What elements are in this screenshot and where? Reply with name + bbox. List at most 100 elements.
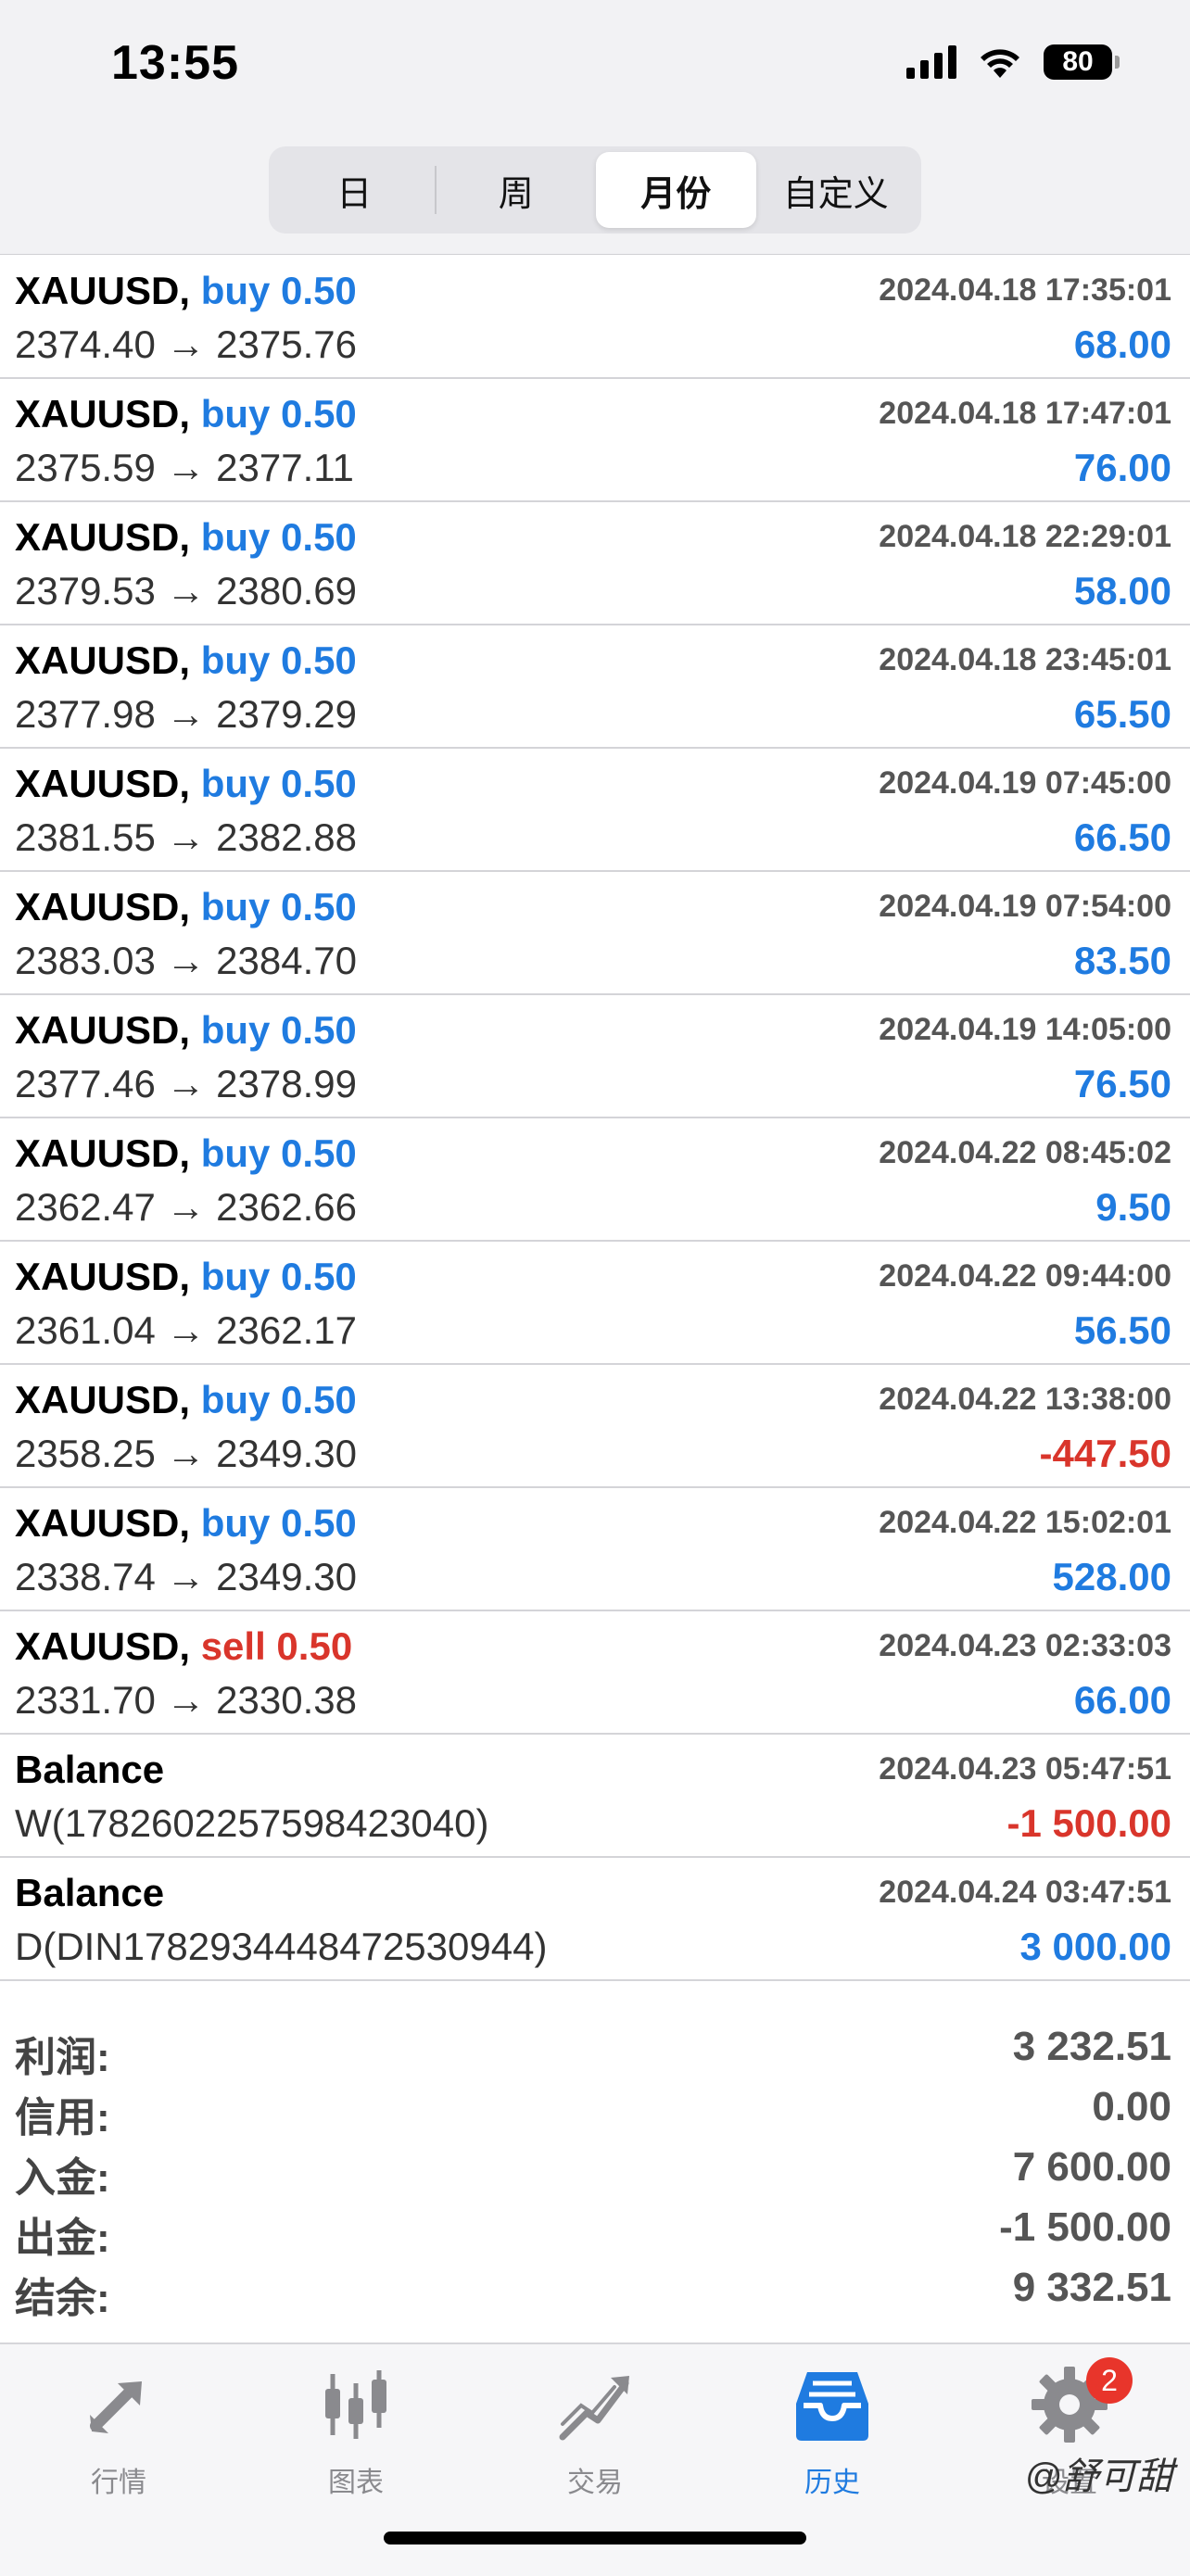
- balance-row[interactable]: Balance D(DIN1782934448472530944) 2024.04.…: [0, 1858, 1190, 1981]
- summary-value: 9 332.51: [1012, 2265, 1171, 2310]
- tab-quotes[interactable]: 行情: [35, 2363, 202, 2500]
- trade-symbol: XAUUSD, buy 0.50: [15, 1255, 357, 1299]
- segment-week[interactable]: 周: [437, 152, 597, 228]
- summary-row: 出金: -1 500.00: [0, 2197, 1190, 2261]
- trade-symbol: XAUUSD, buy 0.50: [15, 1378, 357, 1422]
- trade-profit: 3 000.00: [1019, 1925, 1172, 1968]
- trade-profit: 68.00: [1073, 322, 1171, 366]
- trade-time: 2024.04.18 17:47:01: [879, 396, 1171, 431]
- wifi-icon: [981, 49, 1019, 78]
- tab-history[interactable]: 历史: [749, 2363, 916, 2500]
- trade-time: 2024.04.22 13:38:00: [879, 1382, 1171, 1417]
- trade-profit: 58.00: [1073, 569, 1171, 612]
- trade-prices: 2362.47 → 2362.66: [15, 1185, 357, 1229]
- trade-row[interactable]: XAUUSD, buy 0.50 2381.55 → 2382.88 2024.04…: [0, 749, 1190, 872]
- trade-symbol: XAUUSD, buy 0.50: [15, 1008, 357, 1053]
- balance-comment: W(1782602257598423040): [15, 1801, 489, 1845]
- trade-side: buy 0.50: [200, 392, 357, 436]
- battery-icon: 80: [1044, 44, 1120, 80]
- trade-profit: 76.00: [1073, 446, 1171, 489]
- quotes-icon: [90, 2381, 142, 2433]
- summary-value: 7 600.00: [1012, 2144, 1171, 2190]
- symbol-text: XAUUSD,: [15, 1501, 191, 1545]
- summary-label: 入金:: [15, 2155, 110, 2201]
- trade-time: 2024.04.22 09:44:00: [879, 1258, 1171, 1294]
- tab-chart[interactable]: 图表: [272, 2363, 439, 2500]
- symbol-text: XAUUSD,: [15, 1008, 191, 1052]
- trade-side: buy 0.50: [200, 1501, 357, 1545]
- symbol-text: XAUUSD,: [15, 1131, 191, 1175]
- summary-row: 利润: 3 232.51: [0, 2016, 1190, 2080]
- symbol-text: Balance: [15, 1871, 165, 1914]
- trade-time: 2024.04.22 08:45:02: [879, 1135, 1171, 1170]
- trade-profit: -1 500.00: [1006, 1801, 1171, 1845]
- trade-prices: 2381.55 → 2382.88: [15, 815, 357, 859]
- trade-row[interactable]: XAUUSD, buy 0.50 2361.04 → 2362.17 2024.04…: [0, 1242, 1190, 1365]
- symbol-text: XAUUSD,: [15, 762, 191, 805]
- balance-row[interactable]: Balance W(1782602257598423040) 2024.04.23 …: [0, 1735, 1190, 1858]
- trade-row[interactable]: XAUUSD, buy 0.50 2377.46 → 2378.99 2024.04…: [0, 995, 1190, 1118]
- trade-row[interactable]: XAUUSD, buy 0.50 2358.25 → 2349.30 2024.04…: [0, 1365, 1190, 1488]
- notification-badge: 2: [1086, 2357, 1133, 2404]
- trade-side: sell 0.50: [200, 1624, 353, 1668]
- trade-prices: 2338.74 → 2349.30: [15, 1555, 357, 1598]
- cellular-signal-icon: [906, 45, 956, 79]
- segment-custom[interactable]: 自定义: [756, 152, 917, 228]
- trade-prices: 2331.70 → 2330.38: [15, 1678, 357, 1722]
- trade-time: 2024.04.19 14:05:00: [879, 1012, 1171, 1047]
- trade-row[interactable]: XAUUSD, buy 0.50 2379.53 → 2380.69 2024.04…: [0, 502, 1190, 625]
- symbol-text: XAUUSD,: [15, 638, 191, 682]
- trade-row[interactable]: XAUUSD, buy 0.50 2377.98 → 2379.29 2024.04…: [0, 625, 1190, 749]
- trade-row[interactable]: XAUUSD, buy 0.50 2362.47 → 2362.66 2024.04…: [0, 1118, 1190, 1242]
- trade-symbol: Balance: [15, 1748, 164, 1792]
- summary-label: 出金:: [15, 2216, 110, 2261]
- summary-row: 信用: 0.00: [0, 2077, 1190, 2140]
- trade-row[interactable]: XAUUSD, sell 0.50 2331.70 → 2330.38 2024.0…: [0, 1611, 1190, 1735]
- trade-prices: 2375.59 → 2377.11: [15, 446, 354, 489]
- trade-symbol: XAUUSD, buy 0.50: [15, 762, 357, 806]
- segment-day[interactable]: 日: [274, 152, 435, 228]
- trade-side: buy 0.50: [200, 1008, 357, 1052]
- trade-profit: 9.50: [1095, 1185, 1171, 1229]
- trade-row[interactable]: XAUUSD, buy 0.50 2374.40 → 2375.76 2024.04…: [0, 256, 1190, 379]
- candlestick-chart-icon: [325, 2370, 386, 2439]
- watermark: @舒可甜: [1024, 2456, 1173, 2497]
- status-bar: 13:55 80: [0, 0, 1190, 139]
- home-indicator[interactable]: [384, 2532, 806, 2544]
- trade-profit: 65.50: [1073, 692, 1171, 736]
- trade-symbol: XAUUSD, buy 0.50: [15, 269, 357, 313]
- trade-row[interactable]: XAUUSD, buy 0.50 2383.03 → 2384.70 2024.04…: [0, 872, 1190, 995]
- summary-value: 3 232.51: [1012, 2024, 1171, 2069]
- trade-time: 2024.04.23 05:47:51: [879, 1751, 1171, 1787]
- trade-symbol: XAUUSD, buy 0.50: [15, 638, 357, 683]
- tab-label: 交易: [567, 2468, 623, 2498]
- trade-time: 2024.04.18 22:29:01: [879, 519, 1171, 554]
- trade-side: buy 0.50: [200, 762, 357, 805]
- trade-symbol: XAUUSD, buy 0.50: [15, 885, 357, 929]
- period-header: 日 周 月份 自定义: [0, 139, 1190, 255]
- trade-symbol: Balance: [15, 1871, 164, 1915]
- trade-row[interactable]: XAUUSD, buy 0.50 2375.59 → 2377.11 2024.04…: [0, 379, 1190, 502]
- tab-label: 行情: [91, 2468, 146, 2498]
- trade-profit: -447.50: [1039, 1432, 1171, 1475]
- trade-row[interactable]: XAUUSD, buy 0.50 2338.74 → 2349.30 2024.04…: [0, 1488, 1190, 1611]
- trade-prices: 2383.03 → 2384.70: [15, 939, 357, 982]
- trade-side: buy 0.50: [200, 638, 357, 682]
- trade-time: 2024.04.23 02:33:03: [879, 1628, 1171, 1663]
- segment-month[interactable]: 月份: [596, 152, 756, 228]
- trade-time: 2024.04.22 15:02:01: [879, 1505, 1171, 1540]
- tab-trade[interactable]: 交易: [512, 2363, 678, 2500]
- trade-profit: 83.50: [1073, 939, 1171, 982]
- account-summary: 利润: 3 232.51 信用: 0.00 入金: 7 600.00 出金: -1 500.0…: [0, 2016, 1190, 2321]
- trade-time: 2024.04.18 23:45:01: [879, 642, 1171, 677]
- trade-history-list: XAUUSD, buy 0.50 2374.40 → 2375.76 2024.04…: [0, 256, 1190, 1981]
- tab-label: 历史: [804, 2468, 860, 2498]
- tab-label: 图表: [328, 2468, 384, 2498]
- trade-profit: 76.50: [1073, 1062, 1171, 1105]
- balance-comment: D(DIN1782934448472530944): [15, 1925, 548, 1968]
- trade-symbol: XAUUSD, buy 0.50: [15, 1131, 357, 1176]
- summary-label: 结余:: [15, 2276, 110, 2321]
- symbol-text: XAUUSD,: [15, 392, 191, 436]
- symbol-text: XAUUSD,: [15, 1624, 191, 1668]
- trade-symbol: XAUUSD, buy 0.50: [15, 392, 357, 436]
